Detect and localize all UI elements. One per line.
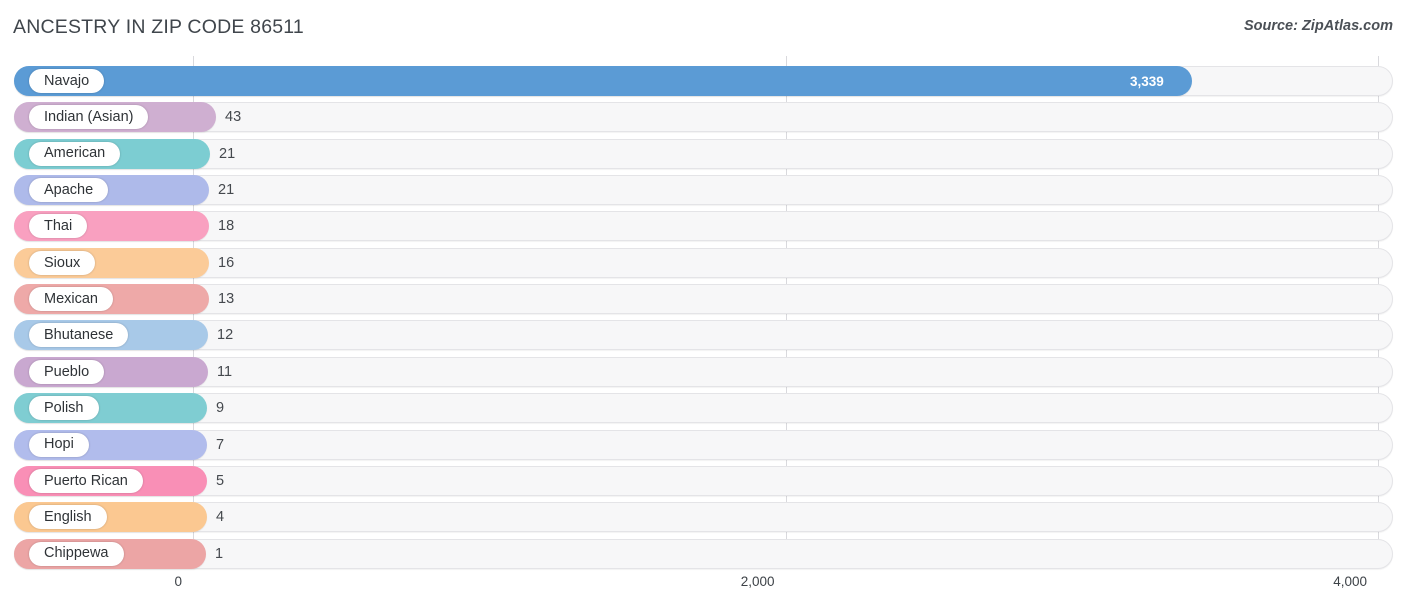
chart-row[interactable]: Polish 9 (0, 393, 1406, 424)
x-axis-tick-label: 4,000 (1333, 574, 1367, 589)
category-pill[interactable]: Bhutanese (29, 323, 129, 348)
category-pill[interactable]: Mexican (29, 287, 113, 312)
category-label: Navajo (44, 72, 90, 89)
bar-value-label: 21 (219, 145, 236, 162)
chart-header: ANCESTRY IN ZIP CODE 86511 Source: ZipAt… (0, 0, 1406, 56)
category-pill[interactable]: Hopi (29, 432, 89, 457)
chart-row[interactable]: Indian (Asian) 43 (0, 102, 1406, 133)
chart-row[interactable]: Pueblo 11 (0, 356, 1406, 387)
category-label: Apache (44, 181, 94, 198)
chart-row[interactable]: Puerto Rican 5 (0, 465, 1406, 496)
bar-value-label: 43 (225, 109, 242, 126)
bar-rows: Navajo 3,339 Indian (Asian) 43 American 21 Apa… (0, 56, 1406, 569)
category-pill[interactable]: Pueblo (29, 359, 105, 384)
category-pill[interactable]: American (29, 141, 121, 166)
bar-value-label: 11 (217, 363, 233, 380)
category-label: American (44, 145, 106, 162)
chart-row[interactable]: English 4 (0, 502, 1406, 533)
category-pill[interactable]: Chippewa (29, 541, 124, 566)
bar-value-label: 13 (218, 291, 235, 308)
category-label: Hopi (44, 436, 74, 453)
category-label: Mexican (44, 290, 98, 307)
x-axis-tick-label: 0 (174, 574, 182, 589)
category-label: Bhutanese (44, 327, 114, 344)
category-label: Pueblo (44, 363, 90, 380)
x-axis-tick-label: 2,000 (740, 574, 775, 589)
bar-value-label: 9 (216, 400, 225, 417)
category-label: Sioux (44, 254, 81, 271)
chart-row[interactable]: Sioux 16 (0, 247, 1406, 278)
category-label: English (44, 508, 92, 525)
category-pill[interactable]: Indian (Asian) (29, 105, 149, 130)
bar-value-label: 3,339 (1130, 73, 1164, 89)
category-pill[interactable]: English (29, 505, 107, 530)
x-axis: 0 2,000 4,000 (0, 568, 1406, 607)
bar-value-label: 1 (215, 545, 224, 562)
bar-value-label: 12 (217, 327, 234, 344)
category-pill[interactable]: Apache (29, 178, 109, 203)
chart-row[interactable]: Bhutanese 12 (0, 320, 1406, 351)
category-pill[interactable]: Puerto Rican (29, 468, 143, 493)
category-label: Puerto Rican (44, 472, 128, 489)
category-label: Thai (44, 218, 73, 235)
category-label: Indian (Asian) (44, 109, 134, 126)
chart-row[interactable]: Chippewa 1 (0, 538, 1406, 569)
chart-row[interactable]: American 21 (0, 138, 1406, 169)
category-pill[interactable]: Navajo (29, 69, 105, 93)
chart-row[interactable]: Thai 18 (0, 211, 1406, 242)
chart-row[interactable]: Hopi 7 (0, 429, 1406, 460)
chart-row[interactable]: Apache 21 (0, 175, 1406, 206)
category-pill[interactable]: Thai (29, 214, 88, 239)
chart-row[interactable]: Mexican 13 (0, 284, 1406, 315)
bar-value-label: 7 (216, 436, 225, 453)
page-title: ANCESTRY IN ZIP CODE 86511 (13, 16, 304, 38)
chart-row[interactable]: Navajo 3,339 (0, 66, 1406, 96)
chart-plot-area: Navajo 3,339 Indian (Asian) 43 American 21 Apa… (0, 56, 1406, 569)
category-label: Chippewa (44, 545, 109, 562)
category-pill[interactable]: Sioux (29, 250, 96, 275)
bar-value-label: 4 (216, 509, 225, 526)
category-pill[interactable]: Polish (29, 396, 99, 421)
source-attribution: Source: ZipAtlas.com (1243, 18, 1393, 34)
bar-value-label: 18 (218, 218, 235, 235)
bar-value-label: 5 (216, 472, 225, 489)
bar-track (14, 102, 1393, 133)
bar[interactable] (14, 66, 1192, 96)
bar-value-label: 16 (218, 254, 235, 271)
category-label: Polish (44, 399, 84, 416)
bar-value-label: 21 (218, 182, 235, 199)
